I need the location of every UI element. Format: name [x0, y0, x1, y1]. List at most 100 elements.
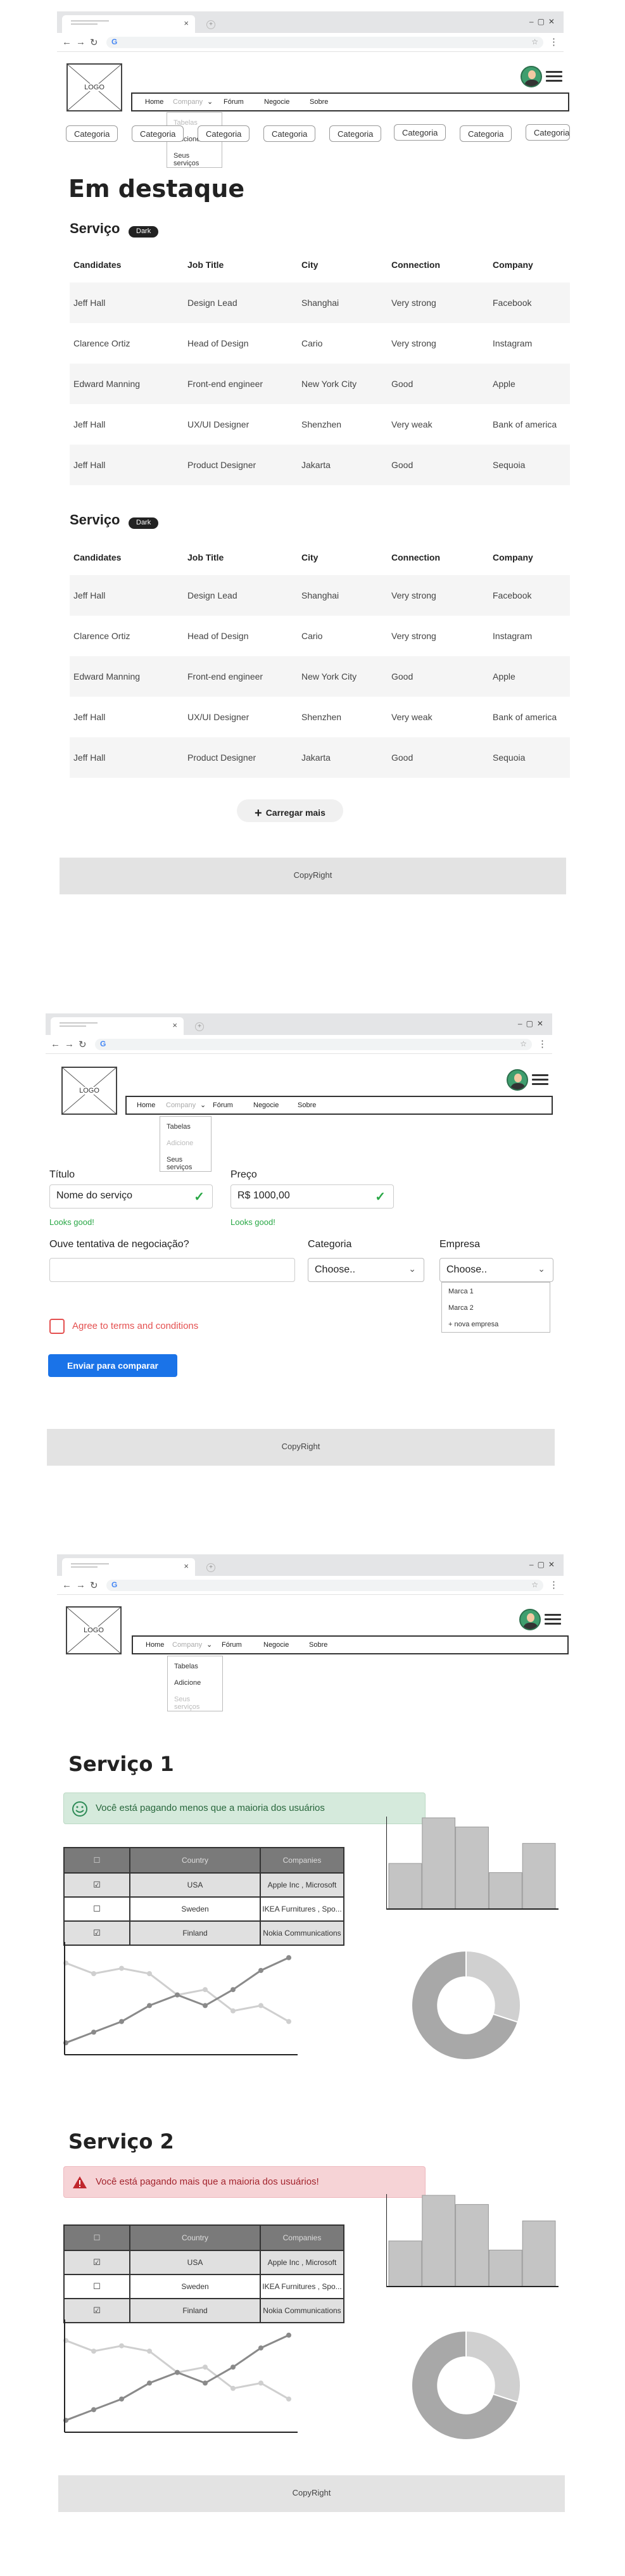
select-all-checkbox[interactable]: ☐ — [63, 1847, 130, 1874]
table-row[interactable]: ☐ Sweden IKEA Furnitures , Spo... — [63, 2274, 344, 2299]
title-input[interactable]: Nome do serviço ✓ — [49, 1184, 213, 1209]
window-controls[interactable]: –▢✕ — [518, 1019, 547, 1028]
window-controls[interactable]: –▢✕ — [529, 17, 559, 26]
negotiation-input[interactable] — [49, 1258, 295, 1282]
table-row[interactable]: Jeff Hall Design Lead Shanghai Very strong F… — [70, 575, 570, 616]
back-icon[interactable]: ← — [51, 1039, 60, 1050]
column-header[interactable]: Job Title — [184, 247, 298, 282]
company-option[interactable]: Marca 1 — [442, 1283, 550, 1299]
column-header[interactable]: Company — [489, 540, 570, 575]
new-tab-icon[interactable]: + — [206, 1563, 215, 1572]
select-all-checkbox[interactable]: ☐ — [63, 2224, 130, 2251]
submit-compare-button[interactable]: Enviar para comparar — [48, 1354, 177, 1377]
nav-about[interactable]: Sobre — [310, 98, 328, 106]
load-more-button[interactable]: + Carregar mais — [237, 799, 343, 822]
nav-company[interactable]: Company — [173, 98, 203, 106]
chevron-down-icon[interactable]: ⌄ — [200, 1101, 206, 1109]
column-header[interactable]: Connection — [388, 247, 489, 282]
avatar[interactable] — [521, 66, 542, 87]
close-tab-icon[interactable]: × — [172, 1020, 177, 1030]
chevron-down-icon[interactable]: ⌄ — [206, 1640, 212, 1649]
column-header[interactable]: Companies — [260, 1847, 344, 1874]
dropdown-item-tables[interactable]: Tabelas — [168, 1659, 222, 1675]
column-header[interactable]: Candidates — [70, 247, 184, 282]
nav-about[interactable]: Sobre — [309, 1641, 327, 1649]
table-row[interactable]: Edward Manning Front-end engineer New York… — [70, 656, 570, 697]
url-bar[interactable]: G ☆ — [106, 37, 543, 48]
reload-icon[interactable]: ↻ — [79, 1039, 87, 1050]
dropdown-item-add[interactable]: Adicione — [160, 1136, 211, 1152]
column-header[interactable]: City — [298, 247, 388, 282]
reload-icon[interactable]: ↻ — [90, 1580, 98, 1591]
nav-about[interactable]: Sobre — [298, 1101, 316, 1109]
row-checkbox[interactable]: ☑ — [63, 2250, 130, 2275]
hamburger-menu-icon[interactable] — [545, 1614, 561, 1625]
nav-business[interactable]: Negocie — [253, 1101, 279, 1109]
table-row[interactable]: Clarence Ortiz Head of Design Cario Very st… — [70, 616, 570, 656]
browser-tab[interactable]: × — [62, 1558, 195, 1576]
row-checkbox[interactable]: ☑ — [63, 1872, 130, 1898]
hamburger-menu-icon[interactable] — [546, 71, 562, 82]
browser-tab[interactable]: × — [51, 1017, 184, 1035]
nav-company[interactable]: Company — [166, 1101, 196, 1109]
logo[interactable]: LOGO — [66, 1606, 122, 1654]
table-row[interactable]: Jeff Hall Product Designer Jakarta Good Sequ… — [70, 445, 570, 485]
category-chip[interactable]: Categoria — [198, 125, 250, 142]
nav-business[interactable]: Negocie — [263, 1641, 289, 1649]
logo[interactable]: LOGO — [61, 1067, 117, 1115]
category-chip[interactable]: Categoria — [263, 125, 316, 142]
nav-company[interactable]: Company — [172, 1641, 202, 1649]
nav-business[interactable]: Negocie — [264, 98, 289, 106]
table-row[interactable]: Jeff Hall Product Designer Jakarta Good Sequ… — [70, 737, 570, 778]
close-tab-icon[interactable]: × — [184, 18, 189, 28]
browser-menu-icon[interactable]: ⋮ — [549, 1579, 559, 1590]
company-option[interactable]: Marca 2 — [442, 1299, 550, 1316]
column-header[interactable]: Job Title — [184, 540, 298, 575]
nav-forum[interactable]: Fórum — [213, 1101, 233, 1109]
nav-forum[interactable]: Fórum — [222, 1641, 242, 1649]
row-checkbox[interactable]: ☐ — [63, 2274, 130, 2299]
new-tab-icon[interactable]: + — [206, 20, 215, 29]
close-tab-icon[interactable]: × — [184, 1561, 189, 1571]
reload-icon[interactable]: ↻ — [90, 37, 98, 48]
browser-menu-icon[interactable]: ⋮ — [538, 1038, 547, 1050]
logo[interactable]: LOGO — [66, 63, 122, 111]
column-header[interactable]: Company — [489, 247, 570, 282]
browser-menu-icon[interactable]: ⋮ — [549, 36, 559, 48]
category-chip[interactable]: Categoria — [460, 125, 512, 142]
category-chip[interactable]: Categoria — [329, 125, 382, 142]
table-row[interactable]: ☑ USA Apple Inc , Microsoft — [63, 1872, 344, 1898]
table-row[interactable]: Jeff Hall UX/UI Designer Shenzhen Very weak… — [70, 697, 570, 737]
column-header[interactable]: Candidates — [70, 540, 184, 575]
table-row[interactable]: Jeff Hall Design Lead Shanghai Very strong F… — [70, 282, 570, 323]
nav-forum[interactable]: Fórum — [224, 98, 244, 106]
chevron-down-icon[interactable]: ⌄ — [207, 98, 213, 106]
dropdown-item-tables[interactable]: Tabelas — [160, 1119, 211, 1136]
forward-icon[interactable]: → — [76, 37, 85, 48]
dropdown-item-services[interactable]: Seus serviços — [160, 1152, 211, 1171]
nav-home[interactable]: Home — [145, 98, 163, 106]
dropdown-item-services[interactable]: Seus serviços — [168, 1692, 222, 1711]
column-header[interactable]: Connection — [388, 540, 489, 575]
forward-icon[interactable]: → — [76, 1580, 85, 1590]
table-row[interactable]: Edward Manning Front-end engineer New York… — [70, 364, 570, 404]
column-header[interactable]: Country — [129, 2224, 261, 2251]
column-header[interactable]: Companies — [260, 2224, 344, 2251]
bookmark-star-icon[interactable]: ☆ — [520, 1039, 527, 1048]
table-row[interactable]: ☐ Sweden IKEA Furnitures , Spo... — [63, 1896, 344, 1922]
url-bar[interactable]: G ☆ — [95, 1039, 532, 1050]
avatar[interactable] — [519, 1609, 541, 1630]
back-icon[interactable]: ← — [62, 37, 72, 48]
avatar[interactable] — [507, 1069, 528, 1091]
bookmark-star-icon[interactable]: ☆ — [531, 37, 538, 46]
dropdown-item-add[interactable]: Adicione — [168, 1675, 222, 1692]
browser-tab[interactable]: × — [62, 15, 195, 33]
company-select[interactable]: Choose.. ⌄ — [439, 1258, 553, 1282]
table-row[interactable]: Jeff Hall UX/UI Designer Shenzhen Very weak… — [70, 404, 570, 445]
nav-home[interactable]: Home — [146, 1641, 164, 1649]
category-chip[interactable]: Categoria — [526, 124, 570, 141]
price-input[interactable]: R$ 1000,00 ✓ — [230, 1184, 394, 1209]
terms-checkbox-row[interactable]: Agree to terms and conditions — [49, 1319, 239, 1335]
column-header[interactable]: Country — [129, 1847, 261, 1874]
url-bar[interactable]: G ☆ — [106, 1580, 543, 1591]
